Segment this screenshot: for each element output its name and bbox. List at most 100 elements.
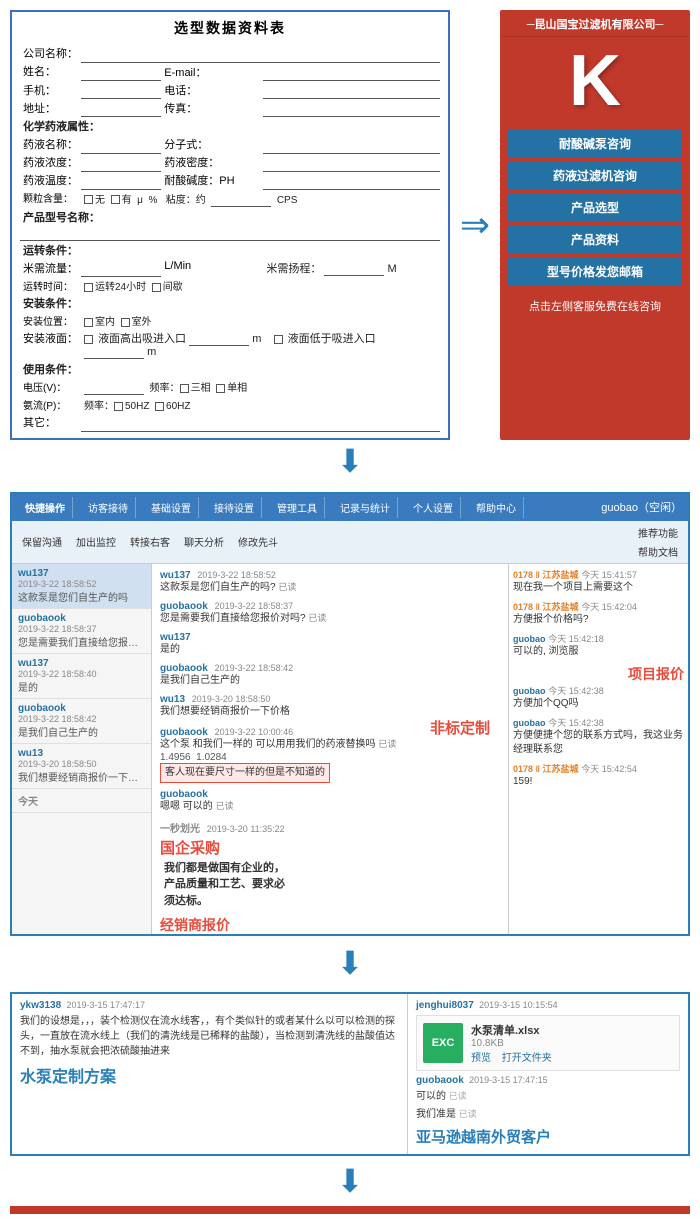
nav-quick-op[interactable]: 快捷操作 <box>18 497 73 518</box>
file-size: 10.8KB <box>471 1038 560 1049</box>
arrow-down-mid: ⬇ <box>0 942 700 988</box>
conv-item-3[interactable]: guobaook 2019-3-22 18:58:42 是我们自己生产的 <box>12 699 151 744</box>
msg-text-5: 这个泵 和我们一样的 可以用用我们的药液替换吗 已读 <box>160 738 500 752</box>
bottom-right-header: jenghui8037 2019-3-15 10:15:54 <box>416 1000 680 1011</box>
msg-block-6: guobaook 嗯嗯 可以的 已读 <box>160 789 500 814</box>
arrow-down-bottom: ⬇ <box>0 1160 700 1206</box>
name-label: 姓名： <box>20 62 81 81</box>
temp-label: 药液温度： <box>20 171 81 189</box>
right-msg-4: guobao 今天 15:42:38 方便便捷个您的联系方式吗，我这业务经理联系… <box>513 716 684 757</box>
brand-panel: ─昆山国宝过滤机有限公司─ K 耐酸碱泵咨询 药液过滤机咨询 产品选型 产品资料… <box>500 10 690 440</box>
nav-visitor[interactable]: 访客接待 <box>81 497 136 518</box>
bottom-text-right: 可以的 已读 <box>416 1089 680 1104</box>
liquid-density-label: 药液密度： <box>161 153 263 171</box>
msg-sender-wu137b: wu137 <box>160 632 191 643</box>
nav-records[interactable]: 记录与统计 <box>333 497 398 518</box>
annotation-feiding: 非标定制 <box>430 717 490 738</box>
bottom-text-right2: 我们准是 已读 <box>416 1107 680 1122</box>
conv-name-today: 今天 <box>18 793 145 808</box>
toolbar-btn-1[interactable]: 加出监控 <box>70 532 122 551</box>
right-arrow-icon: ⇒ <box>460 207 490 243</box>
bottom-right-footer: guobaook 2019-3-15 17:47:15 可以的 已读 我们准是 … <box>416 1075 680 1122</box>
annotation-jingxiao: 经销商报价 <box>160 915 500 934</box>
brand-k-logo: K <box>502 37 688 125</box>
file-open-btn[interactable]: 打开文件夹 <box>502 1053 552 1064</box>
msg-nums: 1.4956 1.0284 <box>160 752 500 763</box>
brand-menu-item-0[interactable]: 耐酸碱泵咨询 <box>508 129 682 158</box>
toolbar-recommend[interactable]: 推荐功能 <box>632 523 684 542</box>
conv-item-today[interactable]: 今天 <box>12 789 151 813</box>
msg-text-2: 是的 <box>160 643 500 657</box>
nav-tools[interactable]: 管理工具 <box>270 497 325 518</box>
right-time-4: 今天 15:42:38 <box>548 718 604 728</box>
particle-value: 无 有 μ % 粘度：约 CPS <box>81 189 440 208</box>
nav-reception[interactable]: 接待设置 <box>207 497 262 518</box>
conv-time-2: 2019-3-22 18:58:40 <box>18 669 145 679</box>
concentration-label: 药液浓度： <box>20 153 81 171</box>
brand-footer: 点击左侧客服免费在线咨询 <box>502 294 688 320</box>
install-env-label: 安装位置： <box>20 312 81 329</box>
annotation-area: guobaook 2019-3-22 10:00:46 这个泵 和我们一样的 可… <box>160 727 500 934</box>
brand-k-letter: K <box>569 45 621 117</box>
right-sender-0: 0178 ‖ 江苏盐城 <box>513 570 579 580</box>
msg-sender-guobaook4: guobaook <box>160 789 208 800</box>
file-icon: EXC <box>423 1023 463 1063</box>
tel-value <box>263 81 440 99</box>
right-sender-1: 0178 ‖ 江苏盐城 <box>513 602 579 612</box>
bottom-right: jenghui8037 2019-3-15 10:15:54 EXC 水泵清单.… <box>408 994 688 1154</box>
file-preview-btn[interactable]: 预览 <box>471 1053 491 1064</box>
flow-section: 运转条件： <box>20 240 440 259</box>
right-text-4: 方便便捷个您的联系方式吗，我这业务经理联系您 <box>513 729 684 757</box>
msg-block-4: wu13 2019-3-20 18:58:50 我们想要经销商报价一下价格 <box>160 694 500 719</box>
right-msg-1: 0178 ‖ 江苏盐城 今天 15:42:04 方便报个价格吗? <box>513 600 684 627</box>
company-value <box>81 44 440 62</box>
conv-item-0[interactable]: wu137 2019-3-22 18:58:52 这款泵是您们自生产的吗 <box>12 564 151 609</box>
msg-time-0: 2019-3-22 18:58:52 <box>197 570 276 580</box>
top-arrow: ⇒ <box>460 207 490 243</box>
right-msg-5: 0178 ‖ 江苏盐城 今天 15:42:54 159! <box>513 762 684 789</box>
nav-basic[interactable]: 基础设置 <box>144 497 199 518</box>
dist-cell: 米需扬程： M <box>263 259 440 277</box>
ph-value <box>263 171 440 189</box>
toolbar-btn-3[interactable]: 聊天分析 <box>178 532 230 551</box>
conv-item-4[interactable]: wu13 2019-3-20 18:58:50 我们想要经销商报价一下价格 <box>12 744 151 789</box>
right-msg-2: guobao 今天 15:42:18 可以的, 浏览服 <box>513 632 684 659</box>
toolbar-btn-0[interactable]: 保留沟通 <box>16 532 68 551</box>
brand-menu-item-1[interactable]: 药液过滤机咨询 <box>508 161 682 190</box>
right-text-1: 方便报个价格吗? <box>513 613 684 627</box>
brand-menu-item-4[interactable]: 型号价格发您邮箱 <box>508 257 682 286</box>
liquid-name-label: 药液名称： <box>20 135 81 153</box>
conv-item-1[interactable]: guobaook 2019-3-22 18:58:37 您是需要我们直接给您报价… <box>12 609 151 654</box>
file-name: 水泵清单.xlsx <box>471 1022 560 1038</box>
run-time-value: 运转24小时 间歇 <box>81 277 440 295</box>
right-time-5: 今天 15:42:54 <box>581 764 637 774</box>
other-label: 其它： <box>20 413 81 431</box>
form-card: 选型数据资料表 公司名称： 姓名： E-mail： 手机： 电话： 地址： <box>10 10 450 440</box>
toolbar-btn-2[interactable]: 转接右客 <box>124 532 176 551</box>
toolbar-help-doc[interactable]: 帮助文档 <box>632 542 684 561</box>
current-label: 氨流(P)： <box>20 396 81 413</box>
msg-block-7: 一秒划光 2019-3-20 11:35:22 国企采购 我们都是做国有企业的，… <box>160 820 500 910</box>
toolbar-btn-4[interactable]: 修改先斗 <box>232 532 284 551</box>
form-table: 公司名称： 姓名： E-mail： 手机： 电话： 地址： 传真： <box>20 44 440 432</box>
name-value <box>81 62 161 81</box>
install-env-value: 室内 室外 <box>81 312 440 329</box>
right-time-1: 今天 15:42:04 <box>581 602 637 612</box>
msg-sender-guobaook: guobaook <box>160 601 208 612</box>
conv-item-2[interactable]: wu137 2019-3-22 18:58:40 是的 <box>12 654 151 699</box>
conv-name-3: guobaook <box>18 703 145 714</box>
brand-menu-item-2[interactable]: 产品选型 <box>508 193 682 222</box>
chat-header: 快捷操作 访客接待 基础设置 接待设置 管理工具 记录与统计 个人设置 帮助中心… <box>12 494 688 521</box>
msg-block-1: guobaook 2019-3-22 18:58:37 您是需要我们直接给您报价… <box>160 601 500 626</box>
toolbar-right: 推荐功能 帮助文档 <box>632 523 684 561</box>
suction-value: 液面高出吸进入口 m 液面低于吸进入口 m <box>81 329 440 360</box>
conv-preview-1: 您是需要我们直接给您报价对吗 <box>18 634 138 649</box>
red-bar <box>10 1206 690 1214</box>
nav-help[interactable]: 帮助中心 <box>469 497 524 518</box>
nav-personal[interactable]: 个人设置 <box>406 497 461 518</box>
msg-sender-guobaook3: guobaook <box>160 727 208 738</box>
conv-time-1: 2019-3-22 18:58:37 <box>18 624 145 634</box>
temp-value <box>81 171 161 189</box>
brand-menu-item-3[interactable]: 产品资料 <box>508 225 682 254</box>
address-value <box>81 99 161 117</box>
